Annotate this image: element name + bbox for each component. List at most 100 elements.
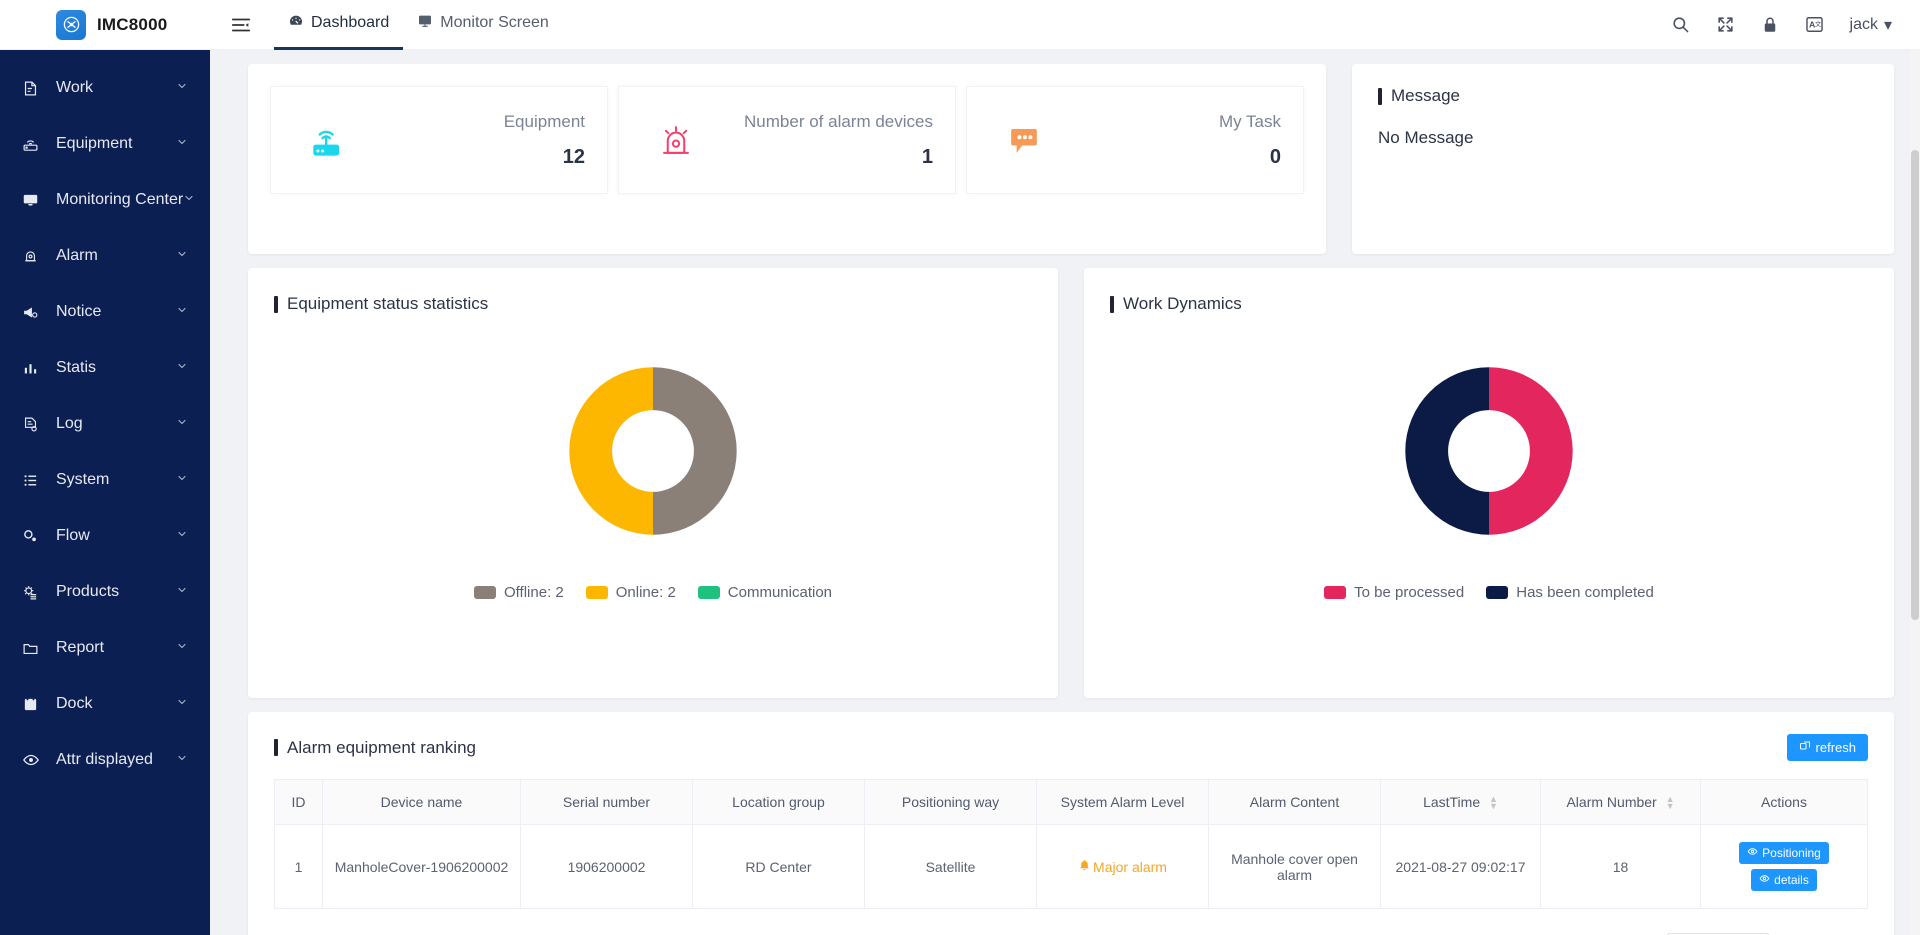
equipment-status-donut[interactable]: [274, 358, 1032, 544]
work-dynamics-chart-title: Work Dynamics: [1110, 294, 1868, 314]
sort-toggle-last-time[interactable]: ▲ ▼: [1489, 795, 1498, 811]
chevron-down-icon: [176, 695, 188, 713]
cell-device-name: ManholeCover-1906200002: [322, 824, 521, 910]
refresh-button[interactable]: refresh: [1786, 734, 1868, 761]
column-header-id[interactable]: ID: [274, 778, 323, 826]
stat-card-my-task[interactable]: My Task 0: [966, 86, 1304, 194]
donut-slice-has-been-completed: [1405, 367, 1489, 535]
sidebar-item-log[interactable]: Log: [0, 396, 210, 452]
work-dynamics-chart-card: Work Dynamics To be processed Has been c…: [1084, 268, 1894, 698]
legend-swatch-has-been-completed: [1486, 586, 1509, 599]
legend-swatch-communication: [697, 586, 720, 599]
sidebar-item-label: Statis: [56, 359, 97, 376]
stat-label: Equipment: [503, 111, 585, 131]
legend-item-offline[interactable]: Offline: 2: [473, 584, 564, 601]
column-header-last-time-label: LastTime: [1423, 794, 1481, 810]
products-gear-icon: [22, 584, 48, 601]
statistics-cards-panel: Equipment 12 Number of alarm devices 1 M…: [248, 64, 1326, 254]
sidebar-item-report[interactable]: Report: [0, 620, 210, 676]
tab-monitor-screen[interactable]: Monitor Screen: [403, 0, 563, 50]
sidebar-item-dock[interactable]: Dock: [0, 676, 210, 732]
chevron-down-icon: [176, 359, 188, 377]
fullscreen-icon[interactable]: [1716, 15, 1735, 34]
sidebar-item-monitoring-center[interactable]: Monitoring Center: [0, 172, 210, 228]
sidebar-item-products[interactable]: Products: [0, 564, 210, 620]
message-empty-text: No Message: [1378, 128, 1474, 147]
flow-gear-icon: [22, 528, 48, 545]
menu-collapse-icon[interactable]: [224, 8, 258, 42]
equipment-status-donut-svg: [569, 367, 737, 535]
work-dynamics-legend: To be processed Has been completed: [1110, 584, 1868, 601]
search-icon[interactable]: [1671, 15, 1690, 34]
column-header-alarm-number-label: Alarm Number: [1566, 794, 1657, 810]
work-document-icon: [22, 80, 48, 97]
sidebar-item-label: Log: [56, 415, 83, 432]
column-header-last-time[interactable]: LastTime ▲ ▼: [1380, 778, 1541, 826]
bell-icon: [1078, 859, 1091, 875]
legend-swatch-to-be-processed: [1324, 586, 1347, 599]
positioning-button[interactable]: Positioning: [1739, 842, 1829, 865]
eye-icon: [1747, 846, 1758, 860]
alarm-level-label: Major alarm: [1093, 858, 1167, 875]
tab-monitor-screen-label: Monitor Screen: [440, 14, 549, 31]
brand-title: IMC8000: [97, 14, 168, 34]
equipment-status-chart-card: Equipment status statistics Offline: 2 O…: [248, 268, 1058, 698]
work-dynamics-donut[interactable]: [1110, 358, 1868, 544]
router-signal-icon: [293, 118, 363, 162]
legend-item-online[interactable]: Online: 2: [585, 584, 676, 601]
top-header-bar: IMC8000 Dashboard Monitor Screen A 文 jac…: [0, 0, 1920, 50]
cell-serial-number: 1906200002: [520, 824, 693, 910]
legend-item-communication[interactable]: Communication: [697, 584, 832, 601]
user-menu[interactable]: jack ▾: [1850, 15, 1892, 35]
sidebar-item-equipment[interactable]: Equipment: [0, 116, 210, 172]
legend-item-has-been-completed[interactable]: Has been completed: [1486, 584, 1654, 601]
column-header-system-alarm-level[interactable]: System Alarm Level: [1036, 778, 1209, 826]
column-header-alarm-content[interactable]: Alarm Content: [1208, 778, 1381, 826]
sort-toggle-alarm-number[interactable]: ▲ ▼: [1666, 795, 1675, 811]
charts-row: Equipment status statistics Offline: 2 O…: [248, 268, 1894, 698]
stat-card-alarm-devices[interactable]: Number of alarm devices 1: [618, 86, 956, 194]
donut-slice-offline: [653, 367, 737, 535]
column-header-device-name[interactable]: Device name: [322, 778, 521, 826]
alarm-equipment-table: ID Device name Serial number Location gr…: [274, 778, 1868, 910]
sidebar-item-alarm[interactable]: Alarm: [0, 228, 210, 284]
chevron-down-icon: [176, 415, 188, 433]
dashboard-icon: [288, 13, 304, 34]
summary-row: Equipment 12 Number of alarm devices 1 M…: [248, 50, 1894, 254]
sidebar-item-label: Work: [56, 79, 94, 96]
table-row[interactable]: 1 ManholeCover-1906200002 1906200002 RD …: [274, 824, 1868, 910]
sidebar-item-label: Dock: [56, 695, 93, 712]
sidebar-item-label: Equipment: [56, 135, 133, 152]
column-header-positioning-way[interactable]: Positioning way: [864, 778, 1037, 826]
sidebar-item-notice[interactable]: Notice: [0, 284, 210, 340]
log-file-icon: [22, 416, 48, 433]
sidebar-item-work[interactable]: Work: [0, 60, 210, 116]
column-header-serial-number[interactable]: Serial number: [520, 778, 693, 826]
stat-value: 1: [921, 145, 933, 168]
lock-icon[interactable]: [1761, 16, 1779, 34]
refresh-label: refresh: [1815, 740, 1856, 755]
language-icon[interactable]: A 文: [1805, 15, 1824, 34]
sidebar-item-label: Report: [56, 639, 105, 656]
cell-location-group: RD Center: [692, 824, 865, 910]
stat-card-text: Number of alarm devices 1: [711, 112, 933, 169]
sidebar-item-system[interactable]: System: [0, 452, 210, 508]
monitor-icon: [22, 192, 48, 209]
stat-card-equipment[interactable]: Equipment 12: [270, 86, 608, 194]
tab-dashboard[interactable]: Dashboard: [274, 0, 404, 50]
sidebar-item-flow[interactable]: Flow: [0, 508, 210, 564]
column-header-location-group[interactable]: Location group: [692, 778, 865, 826]
legend-item-to-be-processed[interactable]: To be processed: [1324, 584, 1464, 601]
sidebar-item-statis[interactable]: Statis: [0, 340, 210, 396]
sidebar-item-attr-displayed[interactable]: Attr displayed: [0, 732, 210, 788]
column-header-alarm-number[interactable]: Alarm Number ▲ ▼: [1540, 778, 1701, 826]
svg-text:文: 文: [1814, 19, 1821, 28]
main-content: Equipment 12 Number of alarm devices 1 M…: [210, 50, 1920, 935]
message-panel: Message No Message: [1352, 64, 1894, 254]
alarm-bell-icon: [22, 248, 48, 265]
sidebar-item-label: Products: [56, 583, 120, 600]
eye-icon: [1759, 873, 1770, 887]
column-header-actions: Actions: [1700, 778, 1868, 826]
page-scrollbar-thumb[interactable]: [1911, 150, 1919, 620]
details-button[interactable]: details: [1751, 869, 1817, 892]
